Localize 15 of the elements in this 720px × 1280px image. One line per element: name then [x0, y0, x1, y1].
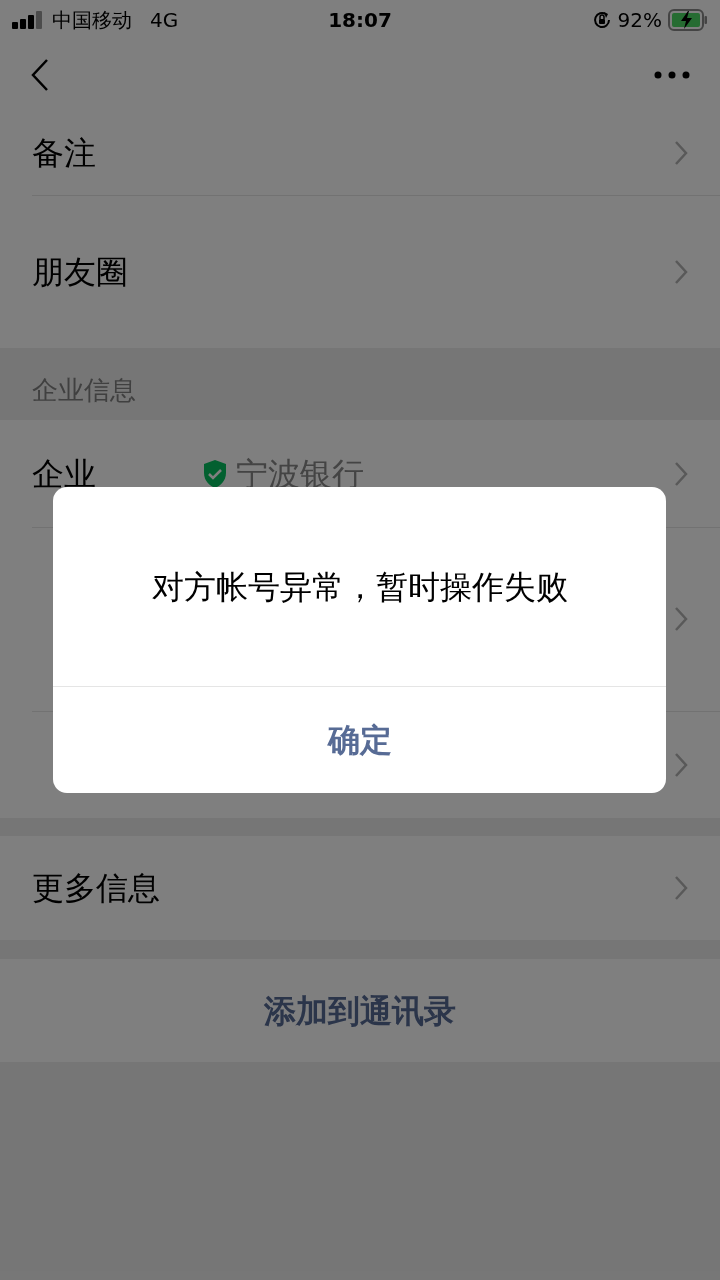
status-time: 18:07 — [327, 7, 393, 34]
battery-charging-icon — [668, 9, 708, 31]
carrier-name: 中国移动 — [52, 7, 132, 34]
list-row[interactable]: 更多信息 — [0, 836, 720, 940]
list-row[interactable]: 备注 — [0, 110, 720, 195]
signal-icon — [12, 11, 44, 29]
rotation-lock-icon — [591, 10, 612, 30]
battery-percent: 92% — [617, 7, 662, 34]
confirm-button[interactable]: 确定 — [53, 687, 666, 793]
more-icon[interactable] — [654, 71, 690, 79]
back-icon[interactable] — [30, 58, 50, 92]
network-type: 4G — [150, 7, 179, 34]
list-row[interactable]: 朋友圈 — [0, 195, 720, 348]
dialog-message: 对方帐号异常，暂时操作失败 — [151, 566, 568, 608]
add-contact-button[interactable]: 添加到通讯录 — [0, 959, 720, 1062]
